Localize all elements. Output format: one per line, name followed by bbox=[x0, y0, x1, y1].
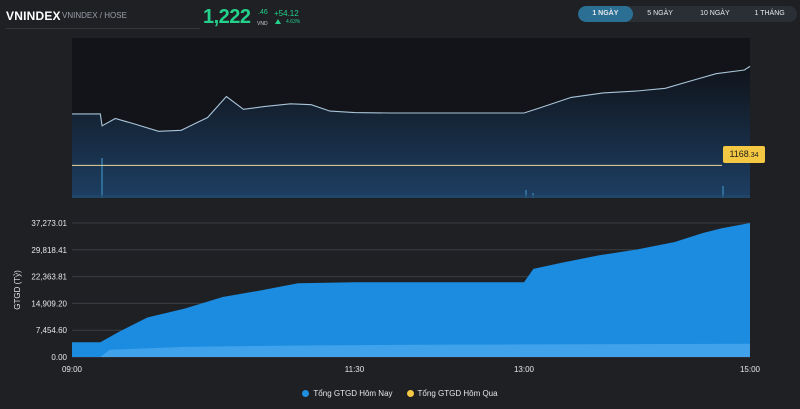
legend-today-label: Tổng GTGD Hôm Nay bbox=[313, 388, 393, 398]
reference-decimal: .34 bbox=[748, 152, 759, 159]
today-value-area bbox=[72, 223, 750, 357]
x-tick-label: 09:00 bbox=[62, 365, 83, 374]
legend-yesterday-label: Tổng GTGD Hôm Qua bbox=[417, 388, 498, 398]
chart-widget: VNINDEX VNINDEX / HOSE 1,222 .46 VND +54… bbox=[0, 0, 800, 409]
y-tick-label: 14,909.20 bbox=[31, 299, 67, 308]
x-tick-label: 11:30 bbox=[345, 365, 365, 374]
y-tick-label: 37,273.01 bbox=[31, 219, 67, 228]
x-tick-label: 15:00 bbox=[740, 365, 761, 374]
y-tick-label: 0.00 bbox=[51, 353, 67, 362]
chart-canvas: 37,273.01 29,818.41 22,363.81 14,909.20 7,45… bbox=[13, 38, 761, 374]
legend-today[interactable]: Tổng GTGD Hôm Nay bbox=[302, 386, 393, 400]
reference-int: 1168 bbox=[729, 149, 749, 159]
y-axis-label: GTGD (Tỷ) bbox=[13, 270, 22, 310]
legend: Tổng GTGD Hôm Nay Tổng GTGD Hôm Qua bbox=[0, 386, 800, 400]
y-tick-label: 29,818.41 bbox=[31, 246, 67, 255]
volume-baseline bbox=[72, 195, 750, 198]
reference-price-label: 1168.34 bbox=[723, 146, 765, 163]
y-tick-label: 7,454.60 bbox=[36, 326, 68, 335]
blue-dot-icon bbox=[302, 389, 310, 397]
trading-value-chart: 37,273.01 29,818.41 22,363.81 14,909.20 7,45… bbox=[13, 219, 761, 374]
yellow-dot-icon bbox=[406, 389, 414, 397]
volume-bar bbox=[101, 158, 103, 198]
legend-yesterday[interactable]: Tổng GTGD Hôm Qua bbox=[406, 386, 498, 400]
y-tick-label: 22,363.81 bbox=[31, 273, 67, 282]
x-tick-label: 13:00 bbox=[514, 365, 535, 374]
price-chart bbox=[72, 38, 751, 199]
